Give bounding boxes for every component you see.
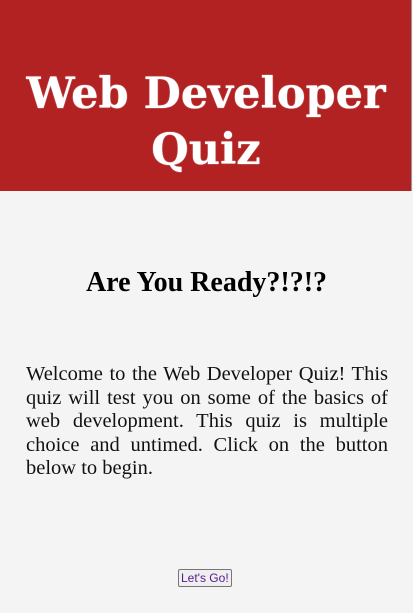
intro-text: Welcome to the Web Developer Quiz! This … bbox=[26, 363, 388, 479]
start-quiz-button[interactable]: Let's Go! bbox=[178, 569, 232, 587]
page-title: Web Developer Quiz bbox=[26, 69, 386, 175]
header-banner: Web Developer Quiz bbox=[0, 0, 412, 191]
quiz-subtitle: Are You Ready?!?!? bbox=[85, 267, 328, 298]
